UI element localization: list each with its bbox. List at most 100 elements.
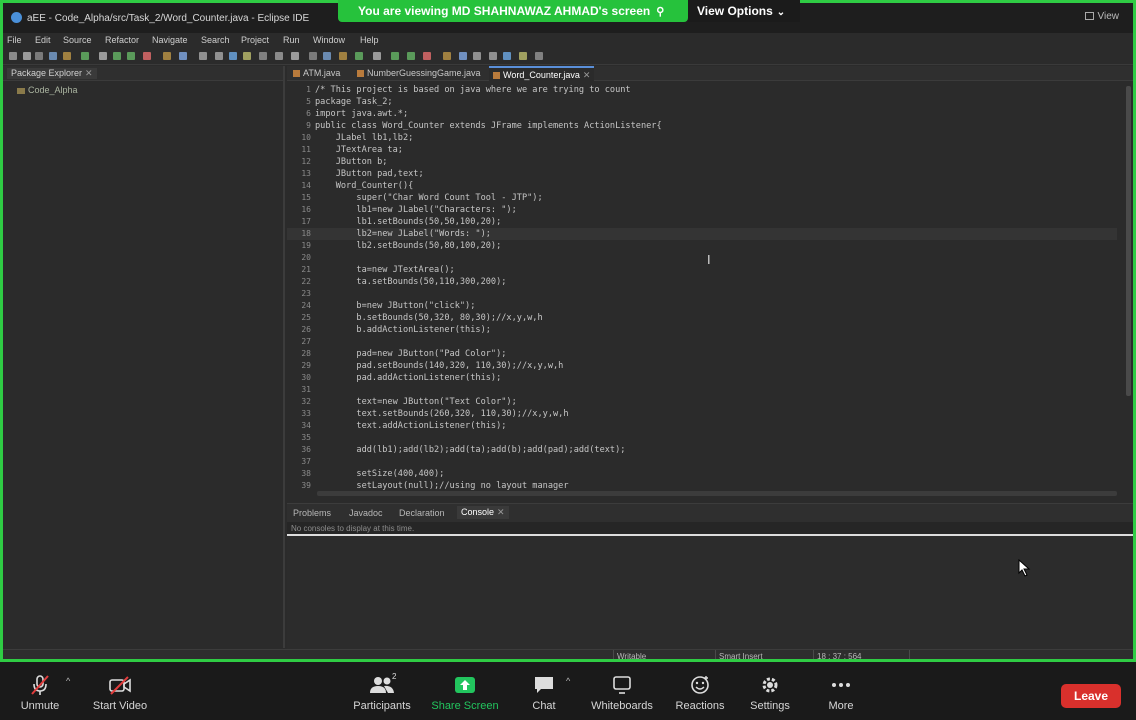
- toolbar-tool-icon[interactable]: [243, 52, 251, 60]
- code-line[interactable]: 38 setSize(400,400);: [287, 468, 1117, 480]
- code-line[interactable]: 35: [287, 432, 1117, 444]
- tab-word-counter[interactable]: Word_Counter.java ✕: [489, 66, 595, 81]
- tab-declaration[interactable]: Declaration: [399, 508, 445, 518]
- code-line[interactable]: 33 text.setBounds(260,320, 110,30);//x,y…: [287, 408, 1117, 420]
- code-line[interactable]: 30 pad.addActionListener(this);: [287, 372, 1117, 384]
- toolbar-tool-icon[interactable]: [355, 52, 363, 60]
- settings-button[interactable]: Settings: [748, 674, 792, 718]
- tab-javadoc[interactable]: Javadoc: [349, 508, 383, 518]
- code-line[interactable]: 36 add(lb1);add(lb2);add(ta);add(b);add(…: [287, 444, 1117, 456]
- code-line[interactable]: 28 pad=new JButton("Pad Color");: [287, 348, 1117, 360]
- toolbar-tool-icon[interactable]: [259, 52, 267, 60]
- view-control[interactable]: View: [1084, 11, 1119, 22]
- toolbar-tool-icon[interactable]: [9, 52, 17, 60]
- code-line[interactable]: 19 lb2.setBounds(50,80,100,20);: [287, 240, 1117, 252]
- code-line[interactable]: 31: [287, 384, 1117, 396]
- editor-vertical-scrollbar[interactable]: [1126, 86, 1131, 396]
- code-line[interactable]: 23: [287, 288, 1117, 300]
- code-line[interactable]: 22 ta.setBounds(50,110,300,200);: [287, 276, 1117, 288]
- code-line[interactable]: 14 Word_Counter(){: [287, 180, 1117, 192]
- code-line[interactable]: 32 text=new JButton("Text Color");: [287, 396, 1117, 408]
- code-line[interactable]: 1 /* This project is based on java where …: [287, 84, 1117, 96]
- code-line[interactable]: 5 package Task_2;: [287, 96, 1117, 108]
- code-line[interactable]: 27: [287, 336, 1117, 348]
- menu-item-help[interactable]: Help: [360, 35, 379, 45]
- toolbar-tool-icon[interactable]: [519, 52, 527, 60]
- menu-item-window[interactable]: Window: [313, 35, 345, 45]
- close-icon[interactable]: ✕: [85, 68, 93, 78]
- code-line[interactable]: 20: [287, 252, 1117, 264]
- code-line[interactable]: 21 ta=new JTextArea();: [287, 264, 1117, 276]
- toolbar-tool-icon[interactable]: [373, 52, 381, 60]
- code-line[interactable]: 24 b=new JButton("click");: [287, 300, 1117, 312]
- toolbar-tool-icon[interactable]: [275, 52, 283, 60]
- whiteboards-button[interactable]: Whiteboards: [590, 674, 654, 718]
- tab-problems[interactable]: Problems: [293, 508, 331, 518]
- chevron-up-icon[interactable]: ^: [566, 676, 570, 686]
- code-line[interactable]: 26 b.addActionListener(this);: [287, 324, 1117, 336]
- toolbar-tool-icon[interactable]: [49, 52, 57, 60]
- code-line[interactable]: 18 lb2=new JLabel("Words: ");: [287, 228, 1117, 240]
- toolbar-tool-icon[interactable]: [127, 52, 135, 60]
- toolbar-tool-icon[interactable]: [391, 52, 399, 60]
- toolbar-tool-icon[interactable]: [423, 52, 431, 60]
- toolbar-tool-icon[interactable]: [113, 52, 121, 60]
- menu-item-refactor[interactable]: Refactor: [105, 35, 139, 45]
- start-video-button[interactable]: Start Video: [90, 674, 150, 718]
- toolbar-tool-icon[interactable]: [535, 52, 543, 60]
- toolbar-tool-icon[interactable]: [291, 52, 299, 60]
- code-line[interactable]: 9 public class Word_Counter extends JFram…: [287, 120, 1117, 132]
- code-line[interactable]: 12 JButton b;: [287, 156, 1117, 168]
- toolbar-tool-icon[interactable]: [199, 52, 207, 60]
- toolbar-tool-icon[interactable]: [459, 52, 467, 60]
- toolbar-tool-icon[interactable]: [309, 52, 317, 60]
- code-line[interactable]: 6 import java.awt.*;: [287, 108, 1117, 120]
- code-line[interactable]: 34 text.addActionListener(this);: [287, 420, 1117, 432]
- code-line[interactable]: 37: [287, 456, 1117, 468]
- tab-atm-java[interactable]: ATM.java: [293, 68, 340, 78]
- toolbar-tool-icon[interactable]: [407, 52, 415, 60]
- pin-icon[interactable]: ⚲: [656, 1, 664, 23]
- toolbar-tool-icon[interactable]: [229, 52, 237, 60]
- tab-console[interactable]: Console ✕: [457, 506, 509, 519]
- toolbar-tool-icon[interactable]: [339, 52, 347, 60]
- toolbar-tool-icon[interactable]: [35, 52, 43, 60]
- menu-item-file[interactable]: File: [7, 35, 22, 45]
- code-line[interactable]: 13 JButton pad,text;: [287, 168, 1117, 180]
- toolbar-tool-icon[interactable]: [503, 52, 511, 60]
- menu-item-navigate[interactable]: Navigate: [152, 35, 188, 45]
- chat-button[interactable]: Chat: [524, 674, 564, 718]
- toolbar-tool-icon[interactable]: [163, 52, 171, 60]
- code-line[interactable]: 25 b.setBounds(50,320, 80,30);//x,y,w,h: [287, 312, 1117, 324]
- chevron-up-icon[interactable]: ^: [66, 676, 70, 686]
- editor-horizontal-scrollbar[interactable]: [317, 491, 1117, 496]
- code-line[interactable]: 29 pad.setBounds(140,320, 110,30);//x,y,…: [287, 360, 1117, 372]
- code-line[interactable]: 11 JTextArea ta;: [287, 144, 1117, 156]
- toolbar-tool-icon[interactable]: [179, 52, 187, 60]
- more-button[interactable]: More: [822, 674, 860, 718]
- code-line[interactable]: 10 JLabel lb1,lb2;: [287, 132, 1117, 144]
- menu-item-source[interactable]: Source: [63, 35, 92, 45]
- menu-item-edit[interactable]: Edit: [35, 35, 51, 45]
- tree-item-project[interactable]: Code_Alpha: [17, 85, 78, 95]
- tab-package-explorer[interactable]: Package Explorer ✕: [7, 68, 97, 79]
- code-line[interactable]: 17 lb1.setBounds(50,50,100,20);: [287, 216, 1117, 228]
- toolbar-tool-icon[interactable]: [323, 52, 331, 60]
- code-line[interactable]: 16 lb1=new JLabel("Characters: ");: [287, 204, 1117, 216]
- toolbar-tool-icon[interactable]: [23, 52, 31, 60]
- toolbar-tool-icon[interactable]: [81, 52, 89, 60]
- menu-item-search[interactable]: Search: [201, 35, 230, 45]
- code-area[interactable]: 1 /* This project is based on java where …: [287, 84, 1117, 492]
- close-icon[interactable]: ✕: [583, 70, 591, 80]
- toolbar-tool-icon[interactable]: [489, 52, 497, 60]
- view-options-button[interactable]: View Options ⌄: [688, 0, 800, 22]
- share-screen-button[interactable]: Share Screen: [430, 674, 500, 718]
- toolbar-tool-icon[interactable]: [443, 52, 451, 60]
- tab-number-guessing-game[interactable]: NumberGuessingGame.java: [357, 68, 481, 78]
- toolbar-tool-icon[interactable]: [473, 52, 481, 60]
- menu-item-run[interactable]: Run: [283, 35, 300, 45]
- code-line[interactable]: 15 super("Char Word Count Tool - JTP");: [287, 192, 1117, 204]
- toolbar-tool-icon[interactable]: [63, 52, 71, 60]
- unmute-button[interactable]: Unmute: [14, 674, 66, 718]
- toolbar-tool-icon[interactable]: [99, 52, 107, 60]
